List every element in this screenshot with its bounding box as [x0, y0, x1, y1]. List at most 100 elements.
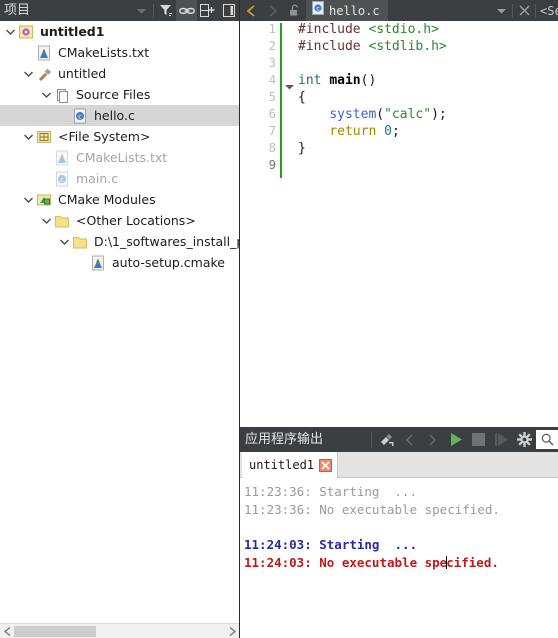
cmake-icon [35, 42, 53, 63]
project-tree[interactable]: untitled1 CMakeLists.txt untitled Source Fi… [0, 21, 239, 623]
tree-item-cmake-modules[interactable]: CMake Modules [0, 189, 239, 210]
project-tree-hscrollbar[interactable] [0, 623, 239, 638]
tree-item-label: untitled [58, 66, 107, 81]
chevron-down-icon[interactable] [22, 126, 35, 147]
clear-output-icon[interactable] [375, 427, 398, 452]
unlock-icon[interactable] [284, 0, 306, 21]
code-line: } [298, 140, 558, 157]
code-token: } [298, 141, 306, 156]
code-editor[interactable]: 123456789 #include <stdio.h> #include <st… [240, 21, 558, 427]
chevron-down-icon[interactable] [4, 21, 17, 42]
folder-icon [71, 231, 89, 252]
filter-icon[interactable] [155, 0, 176, 21]
project-panel: 项目 untitled1 CMakeLists.txt untitled Sou… [0, 0, 239, 638]
chevron-down-icon[interactable] [22, 63, 35, 84]
output-toolbar-divider [371, 431, 372, 448]
panel-divider[interactable] [239, 0, 240, 638]
dropdown-arrow-icon[interactable] [131, 0, 152, 21]
output-tab-untitled1[interactable]: untitled1 [242, 452, 339, 478]
line-number: 4 [268, 73, 276, 87]
nav-back-button[interactable] [240, 0, 262, 21]
tree-no-arrow [22, 42, 35, 63]
tree-item-other-locations[interactable]: <Other Locations> [0, 210, 239, 231]
tree-item-auto-setup-cmake[interactable]: auto-setup.cmake [0, 252, 239, 273]
output-tab-label: untitled1 [249, 458, 315, 472]
scroll-right-icon[interactable] [225, 624, 239, 638]
code-token: () [360, 73, 377, 88]
output-panel-header: 应用程序输出 [240, 427, 558, 452]
code-token: main [329, 73, 361, 88]
file-system-icon [35, 126, 53, 147]
output-tabbar: untitled1 [240, 452, 558, 478]
prev-item-icon[interactable] [398, 427, 421, 452]
code-token: system [329, 107, 377, 122]
code-token: <stdlib.h> [368, 39, 447, 54]
scroll-left-icon[interactable] [0, 624, 14, 638]
line-number: 7 [268, 124, 276, 138]
close-icon[interactable] [319, 458, 333, 472]
chevron-down-icon[interactable] [22, 189, 35, 210]
tree-item-label: <File System> [58, 129, 151, 144]
tree-item-hello-c[interactable]: c hello.c [0, 105, 239, 126]
tree-item-source-files[interactable]: Source Files [0, 84, 239, 105]
fold-arrow-icon[interactable] [285, 77, 294, 95]
code-token: <stdio.h> [368, 22, 439, 37]
tree-item-cmakelists-txt[interactable]: CMakeLists.txt [0, 42, 239, 63]
c-file-icon: c [312, 1, 324, 20]
split-add-icon[interactable] [197, 0, 218, 21]
tree-item-untitled[interactable]: untitled [0, 63, 239, 84]
c-file-icon: c [71, 105, 89, 126]
tree-no-arrow [40, 147, 53, 168]
tree-no-arrow [40, 168, 53, 189]
code-content[interactable]: #include <stdio.h> #include <stdlib.h> in… [298, 21, 558, 427]
hscroll-thumb[interactable] [14, 626, 96, 637]
stop-icon[interactable] [467, 427, 490, 452]
rerun-icon[interactable] [490, 427, 513, 452]
next-item-icon[interactable] [421, 427, 444, 452]
line-number: 6 [268, 107, 276, 121]
link-icon[interactable] [176, 0, 197, 21]
c-file-icon: c [53, 168, 71, 189]
tab-hello-c[interactable]: c hello.c [306, 0, 388, 21]
svg-text:c: c [78, 112, 82, 120]
run-icon[interactable] [444, 427, 467, 452]
panel-icon[interactable] [218, 0, 239, 21]
settings-gear-icon[interactable] [513, 427, 536, 452]
nav-forward-button[interactable] [262, 0, 284, 21]
search-input[interactable] [536, 430, 558, 449]
code-line: system("calc"); [298, 106, 558, 123]
toolbar-divider [153, 3, 154, 18]
code-token: { [298, 90, 306, 105]
tree-item-main-c[interactable]: c main.c [0, 168, 239, 189]
chevron-down-icon[interactable] [40, 210, 53, 231]
tab-close-button[interactable] [513, 0, 535, 21]
tree-item-untitled1[interactable]: untitled1 [0, 21, 239, 42]
tab-dropdown-button[interactable] [490, 0, 512, 21]
build-target-icon [35, 63, 53, 84]
tree-item-d-1-softwares-install-pa[interactable]: D:\1_softwares_install_pa [0, 231, 239, 252]
project-panel-header: 项目 [0, 0, 239, 21]
cmake-icon [89, 252, 107, 273]
line-number: 9 [268, 158, 276, 172]
code-token: int [298, 73, 330, 88]
tree-item-file-system[interactable]: <File System> [0, 126, 239, 147]
tree-item-cmakelists-txt[interactable]: CMakeLists.txt [0, 147, 239, 168]
output-text-area[interactable]: 11:23:36: Starting ... 11:23:36: No execu… [240, 478, 558, 638]
project-panel-title: 项目 [4, 3, 31, 18]
tree-item-label: <Other Locations> [76, 213, 196, 228]
line-number: 2 [268, 39, 276, 53]
code-token: "calc" [384, 107, 432, 122]
output-panel-title: 应用程序输出 [245, 432, 324, 447]
fold-column[interactable] [283, 21, 297, 427]
chevron-down-icon[interactable] [40, 84, 53, 105]
code-line: { [298, 89, 558, 106]
output-line-text: cified. [446, 555, 499, 570]
chevron-down-icon[interactable] [58, 231, 71, 252]
output-line: 11:24:03: Starting ... [244, 537, 418, 552]
tree-item-label: Source Files [76, 87, 151, 102]
tree-item-label: CMakeLists.txt [76, 150, 168, 165]
output-line: 11:23:36: Starting ... [244, 484, 418, 499]
output-line: 11:24:03: No executable specified. [244, 554, 558, 572]
